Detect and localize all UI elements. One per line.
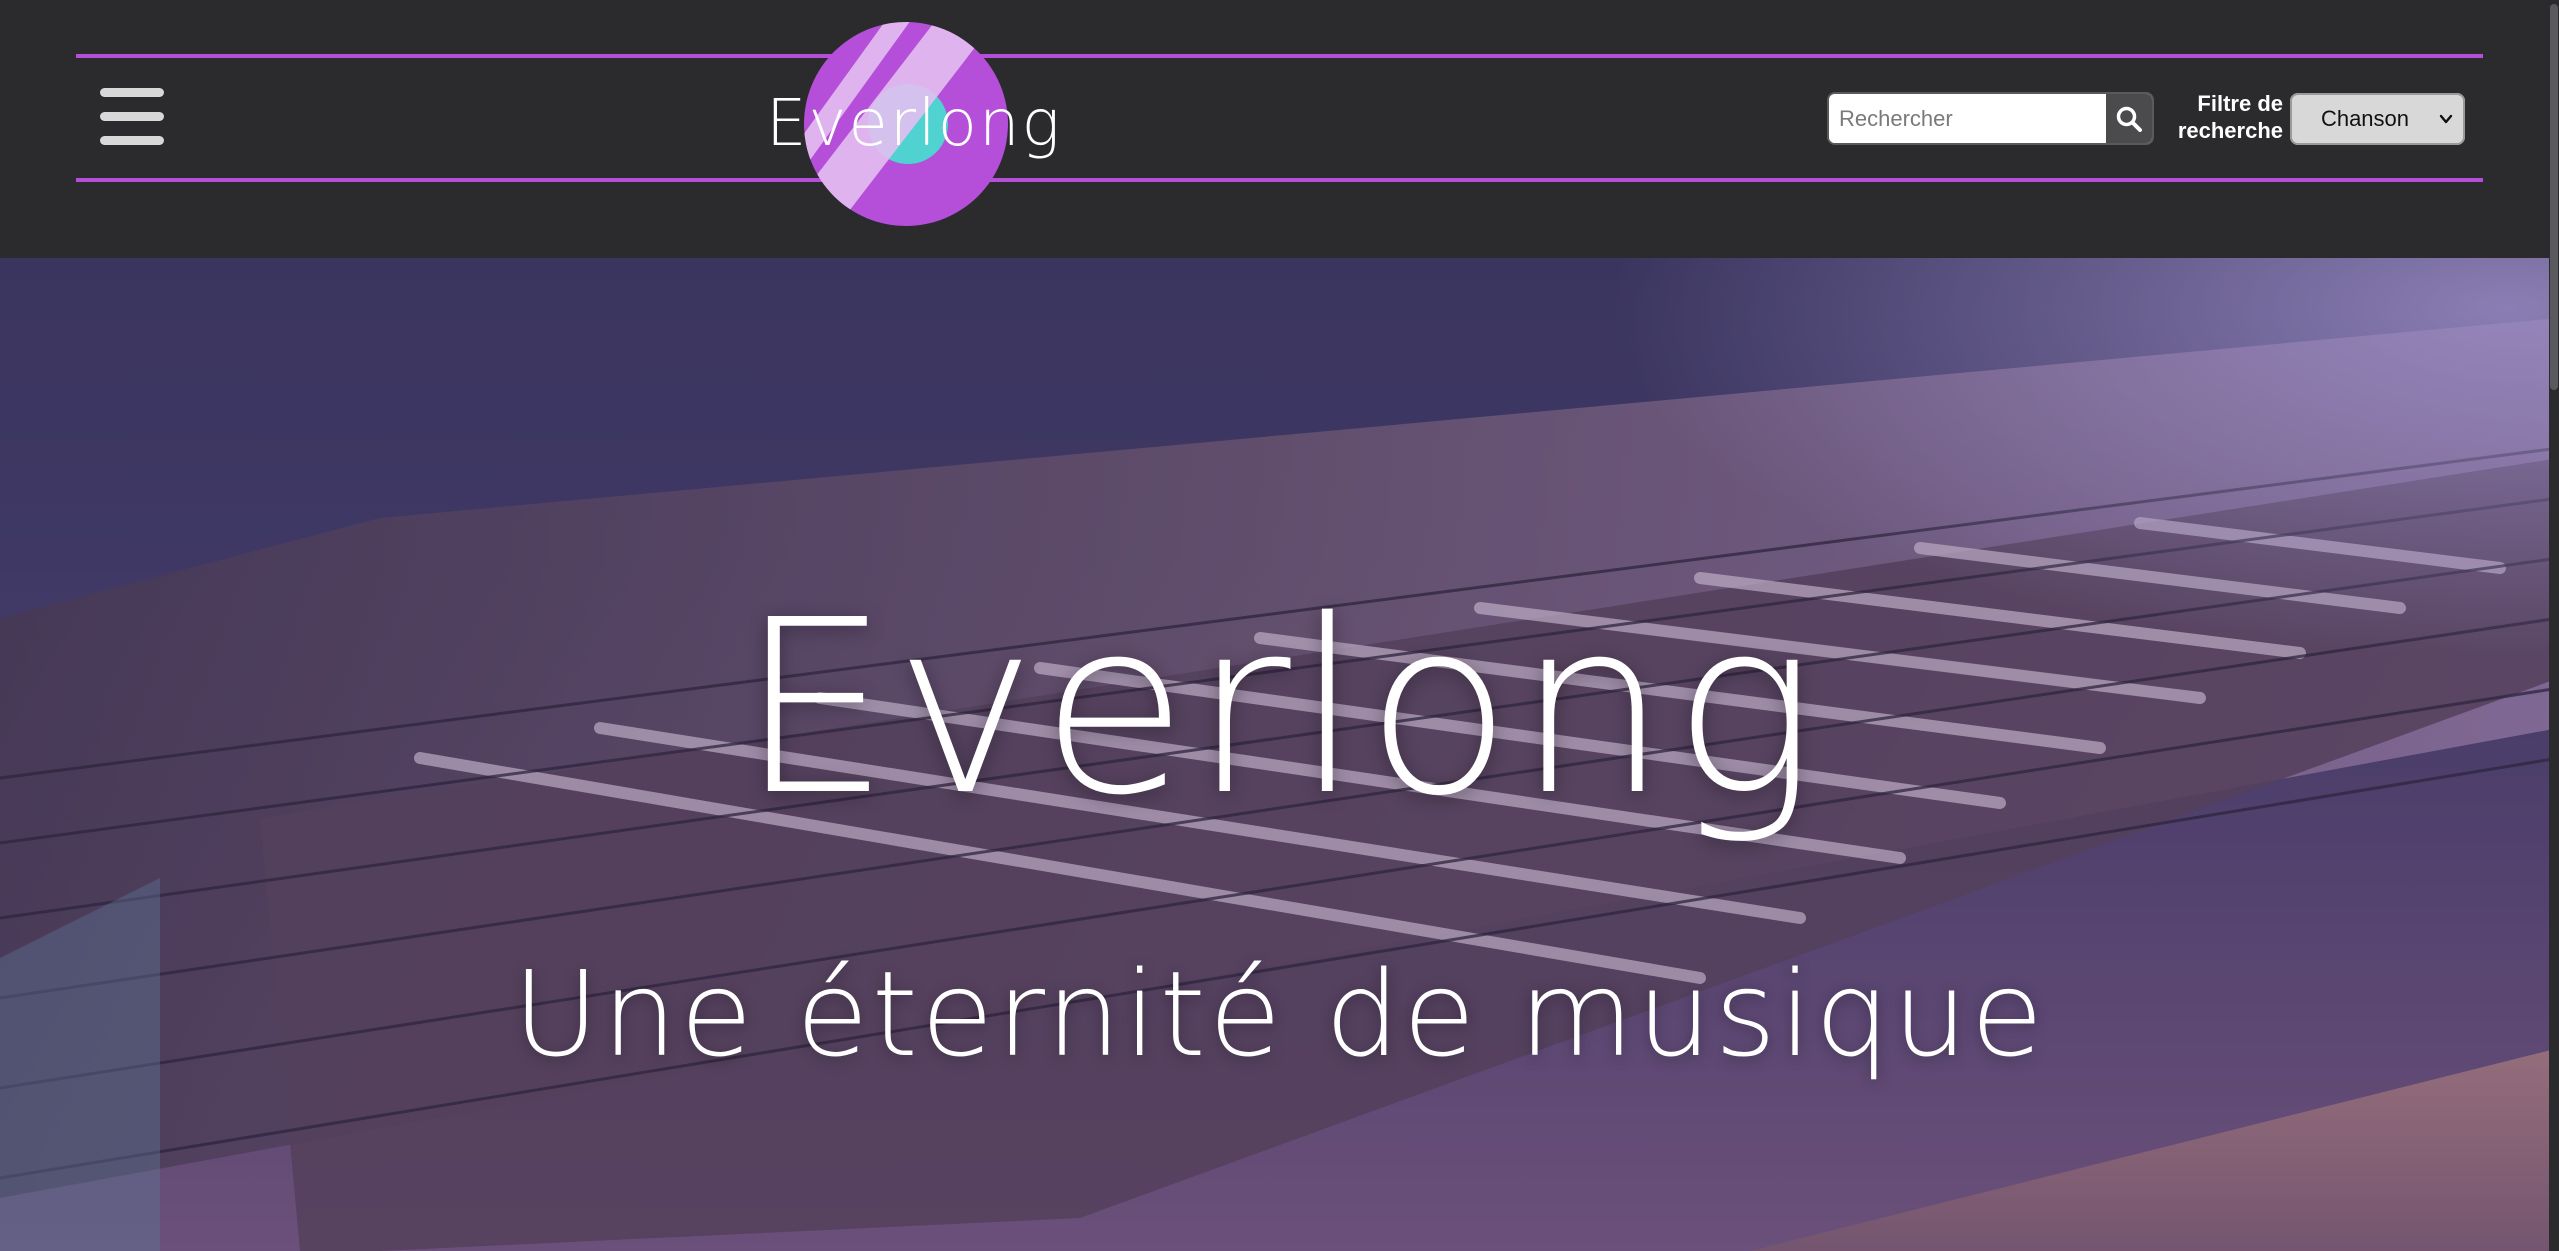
search-filter-select[interactable]: Chanson [2290,93,2465,145]
search-icon [2116,106,2142,132]
hamburger-menu-icon[interactable] [100,88,164,146]
search-input[interactable] [1829,94,2105,143]
search-filter-value: Chanson [2320,106,2410,131]
logo-text: Everlong [766,87,1062,161]
page-scrollbar[interactable] [2549,0,2559,1251]
header-top-rule [76,54,2483,58]
hero-banner: Everlong Une éternité de musique [0,258,2559,1251]
search-box [1829,94,2152,143]
header-bottom-rule [76,178,2483,182]
site-header: Everlong Filtre derecherche Chanson [0,0,2559,258]
site-logo[interactable]: Everlong [766,20,1062,228]
scrollbar-thumb[interactable] [2550,4,2558,390]
hero-title: Everlong [738,568,1821,848]
search-button[interactable] [2106,94,2152,143]
search-filter-label: Filtre de recherche [2177,91,2283,143]
chevron-down-icon [2439,114,2453,124]
hero-subtitle: Une éternité de musique [512,945,2047,1083]
